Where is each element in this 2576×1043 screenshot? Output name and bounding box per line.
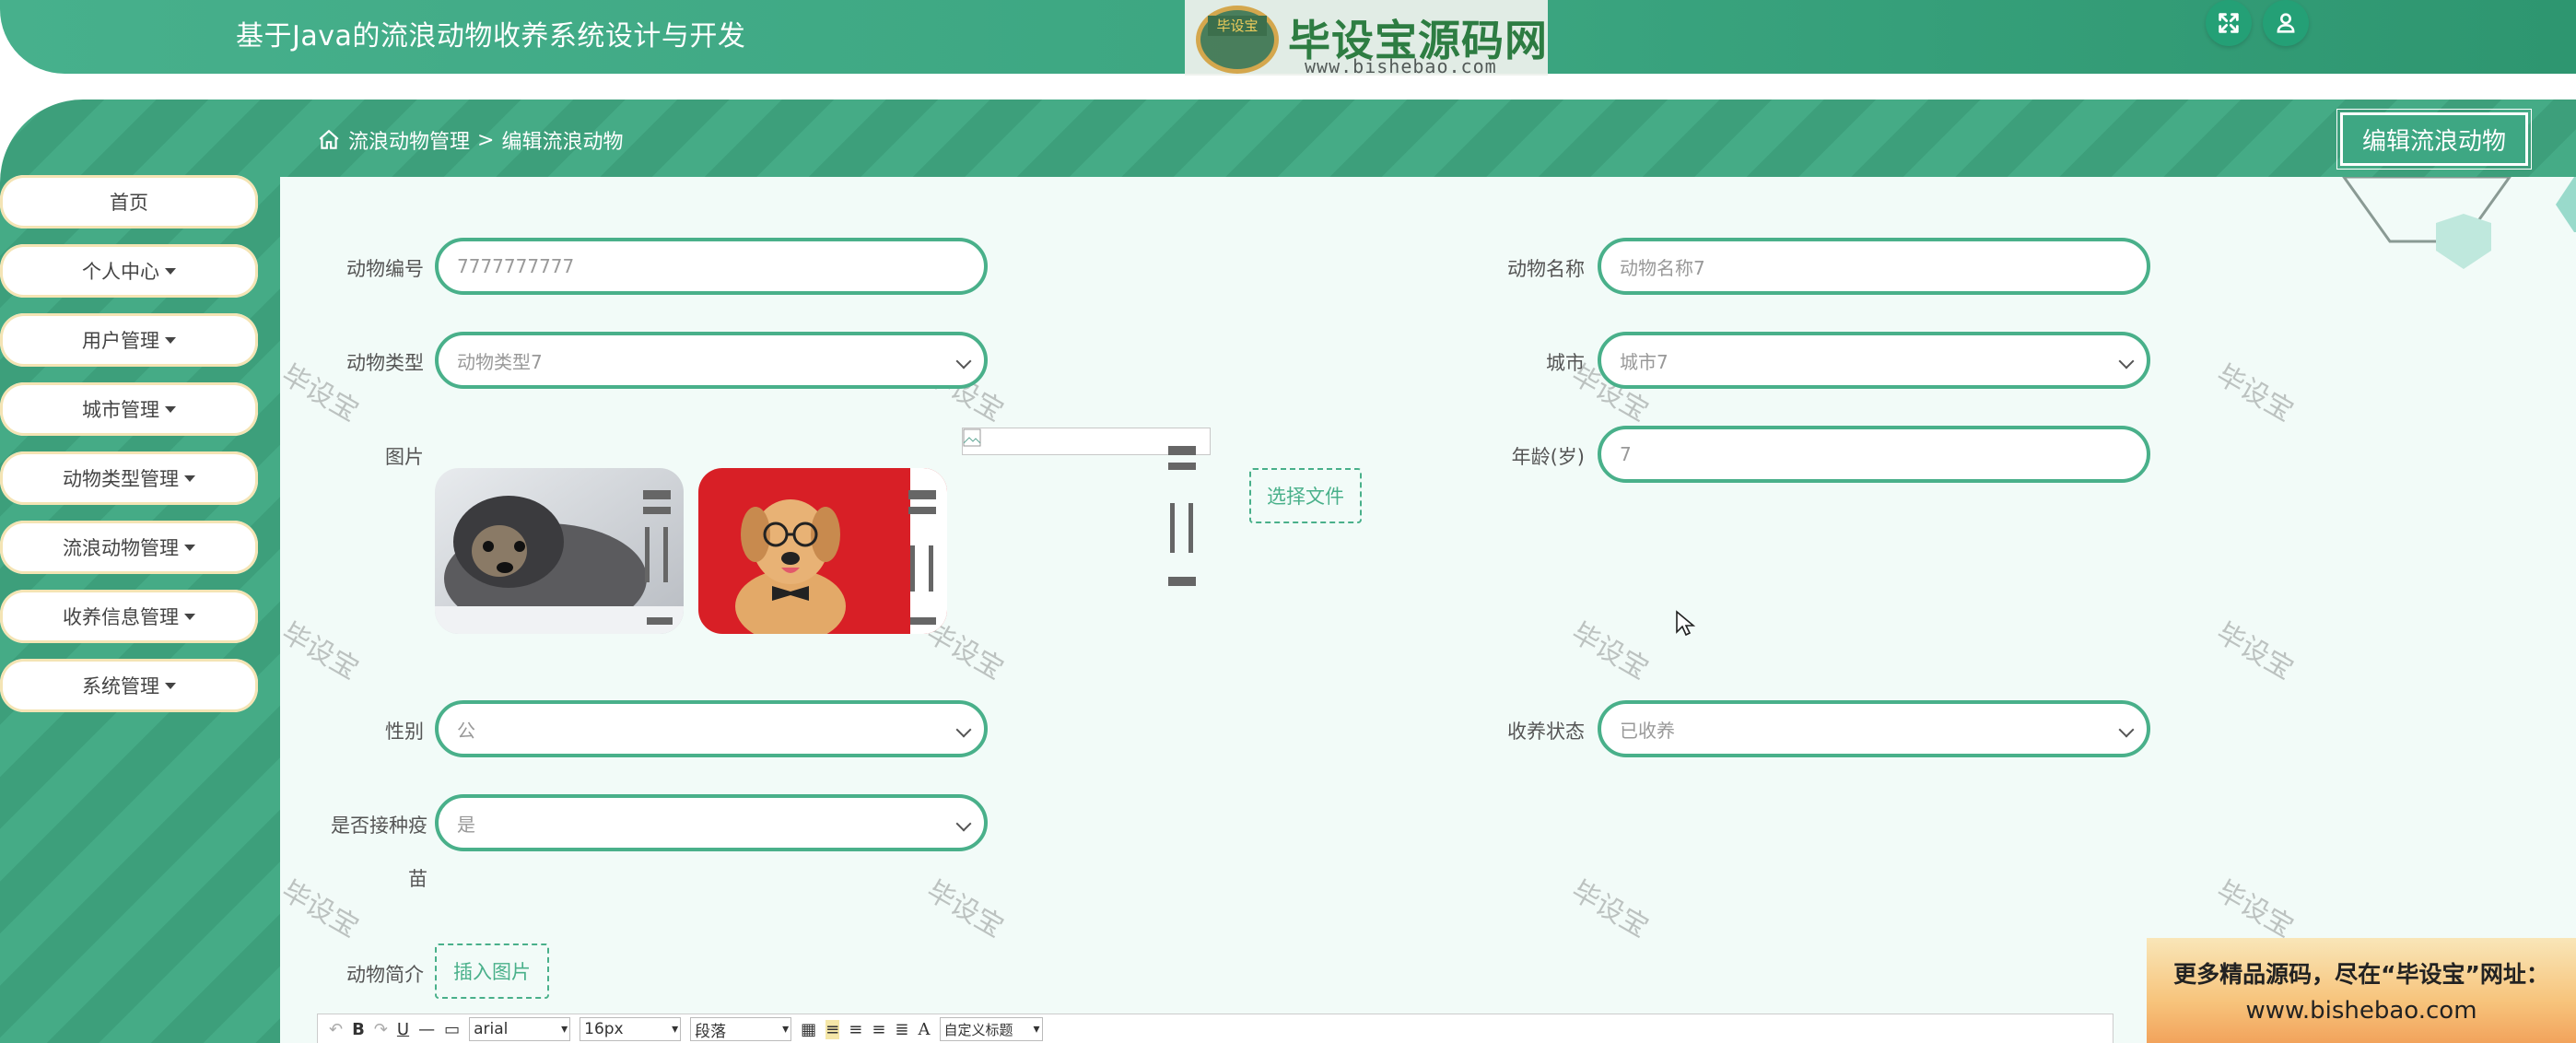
resize-handle[interactable]	[1188, 503, 1193, 553]
caret-down-icon	[165, 405, 176, 413]
breadcrumb-current: 编辑流浪动物	[501, 131, 624, 154]
promo-url[interactable]: www.bishebao.com	[2245, 997, 2476, 1025]
caret-down-icon	[165, 682, 176, 689]
watermark: 毕设宝	[920, 874, 1009, 944]
resize-handle[interactable]	[643, 490, 671, 499]
gender-label: 性别	[385, 721, 424, 743]
resize-handle[interactable]	[1168, 463, 1196, 470]
sidebar-item-user-management[interactable]: 用户管理	[0, 313, 258, 367]
broken-image-icon	[963, 428, 981, 447]
intro-label: 动物简介	[346, 964, 424, 986]
fullscreen-icon[interactable]	[2206, 0, 2252, 46]
caret-down-icon	[184, 544, 195, 551]
promo-banner[interactable]: 更多精品源码，尽在“毕设宝”网址： www.bishebao.com	[2147, 938, 2576, 1043]
sidebar-item-home[interactable]: 首页	[0, 175, 258, 229]
choose-file-button[interactable]: 选择文件	[1249, 468, 1362, 523]
animal-type-select[interactable]: 动物类型7	[435, 332, 988, 389]
align-center-icon[interactable]: ≡	[872, 1020, 885, 1039]
align-justify-icon[interactable]: ≣	[895, 1020, 908, 1039]
resize-handle[interactable]	[643, 507, 671, 514]
custom-title-select[interactable]: 自定义标题	[939, 1017, 1043, 1041]
resize-handle[interactable]	[1168, 446, 1196, 455]
page-icon[interactable]: ▭	[444, 1020, 460, 1039]
watermark: 毕设宝	[2210, 616, 2299, 686]
watermark: 毕设宝	[2210, 874, 2299, 944]
table-icon[interactable]: ▦	[801, 1020, 816, 1039]
align-left-icon[interactable]: ≡	[825, 1019, 840, 1039]
sidebar-item-personal-center[interactable]: 个人中心	[0, 244, 258, 298]
sidebar-item-animal-type-management[interactable]: 动物类型管理	[0, 451, 258, 505]
align-right-icon[interactable]: ≡	[849, 1020, 862, 1039]
hexagon-decoration	[2342, 177, 2576, 269]
font-family-select[interactable]: arial	[469, 1017, 571, 1041]
sidebar-item-adoption-info-management[interactable]: 收养信息管理	[0, 590, 258, 643]
adopt-status-select[interactable]: 已收养	[1598, 700, 2150, 757]
animal-no-label: 动物编号	[346, 258, 424, 280]
animal-no-input[interactable]: 7777777777	[435, 238, 988, 295]
vaccinated-select[interactable]: 是	[435, 794, 988, 851]
resize-handle[interactable]	[908, 507, 936, 514]
logo-url: www.bishebao.com	[1305, 55, 1497, 77]
sidebar-item-stray-animal-management[interactable]: 流浪动物管理	[0, 521, 258, 574]
page-title-button[interactable]: 编辑流浪动物	[2336, 109, 2532, 170]
caret-down-icon	[184, 613, 195, 620]
site-logo: 毕设宝 毕设宝源码网 www.bishebao.com	[1185, 0, 1548, 77]
resize-handle[interactable]	[1168, 577, 1196, 586]
watermark: 毕设宝	[280, 616, 364, 686]
resize-handle[interactable]	[908, 490, 936, 499]
font-size-select[interactable]: 16px	[580, 1017, 682, 1041]
user-icon[interactable]	[2263, 0, 2309, 46]
paragraph-select[interactable]: 段落	[690, 1017, 792, 1041]
age-input[interactable]: 7	[1598, 426, 2150, 483]
rich-text-toolbar: ↶ B ↷ U — ▭ arial 16px 段落 ▦ ≡ ≡ ≡ ≣ A 自定…	[317, 1014, 2113, 1043]
city-label: 城市	[1546, 352, 1585, 374]
resize-handle[interactable]	[910, 617, 936, 625]
watermark: 毕设宝	[2210, 358, 2299, 428]
edit-form-panel: 毕设宝 毕设宝 毕设宝 毕设宝 毕设宝 毕设宝 毕设宝 毕设宝 毕设宝 毕设宝 …	[280, 177, 2576, 1043]
caret-down-icon	[165, 267, 176, 275]
sidebar-item-system-management[interactable]: 系统管理	[0, 659, 258, 712]
animal-type-label: 动物类型	[346, 352, 424, 374]
gender-select[interactable]: 公	[435, 700, 988, 757]
mouse-cursor-icon	[1676, 610, 1695, 637]
animal-name-label: 动物名称	[1507, 258, 1585, 280]
underline-button[interactable]: U	[397, 1020, 409, 1039]
watermark: 毕设宝	[1565, 616, 1654, 686]
resize-handle[interactable]	[910, 545, 915, 592]
breadcrumb-separator: >	[477, 128, 495, 152]
adopt-status-label: 收养状态	[1507, 721, 1585, 743]
watermark: 毕设宝	[1565, 874, 1654, 944]
font-color-button[interactable]: A	[919, 1020, 931, 1039]
breadcrumb: 流浪动物管理 > 编辑流浪动物	[317, 125, 623, 155]
home-icon[interactable]	[317, 128, 341, 152]
undo-icon[interactable]: ↶	[329, 1020, 343, 1039]
resize-handle[interactable]	[645, 527, 650, 582]
vaccinated-label: 是否接种疫	[331, 814, 427, 837]
caret-down-icon	[165, 336, 176, 344]
resize-handle[interactable]	[929, 545, 933, 592]
sidebar-item-city-management[interactable]: 城市管理	[0, 382, 258, 436]
caret-down-icon	[184, 475, 195, 482]
promo-text: 更多精品源码，尽在“毕设宝”网址：	[2173, 961, 2549, 988]
city-select[interactable]: 城市7	[1598, 332, 2150, 389]
age-label: 年龄(岁)	[1511, 446, 1585, 468]
resize-handle[interactable]	[663, 527, 668, 582]
vaccinated-label-line2: 苗	[408, 868, 427, 890]
bold-button[interactable]: B	[352, 1020, 365, 1039]
redo-icon[interactable]: ↷	[374, 1020, 388, 1039]
image-label: 图片	[385, 446, 424, 468]
insert-image-button[interactable]: 插入图片	[435, 943, 549, 999]
horizontal-rule-icon[interactable]: —	[418, 1020, 435, 1039]
animal-name-input[interactable]: 动物名称7	[1598, 238, 2150, 295]
app-title: 基于Java的流浪动物收养系统设计与开发	[236, 20, 746, 53]
breadcrumb-parent[interactable]: 流浪动物管理	[348, 125, 470, 155]
resize-handle[interactable]	[647, 617, 673, 625]
resize-handle[interactable]	[1170, 503, 1175, 553]
logo-badge: 毕设宝	[1196, 6, 1279, 74]
